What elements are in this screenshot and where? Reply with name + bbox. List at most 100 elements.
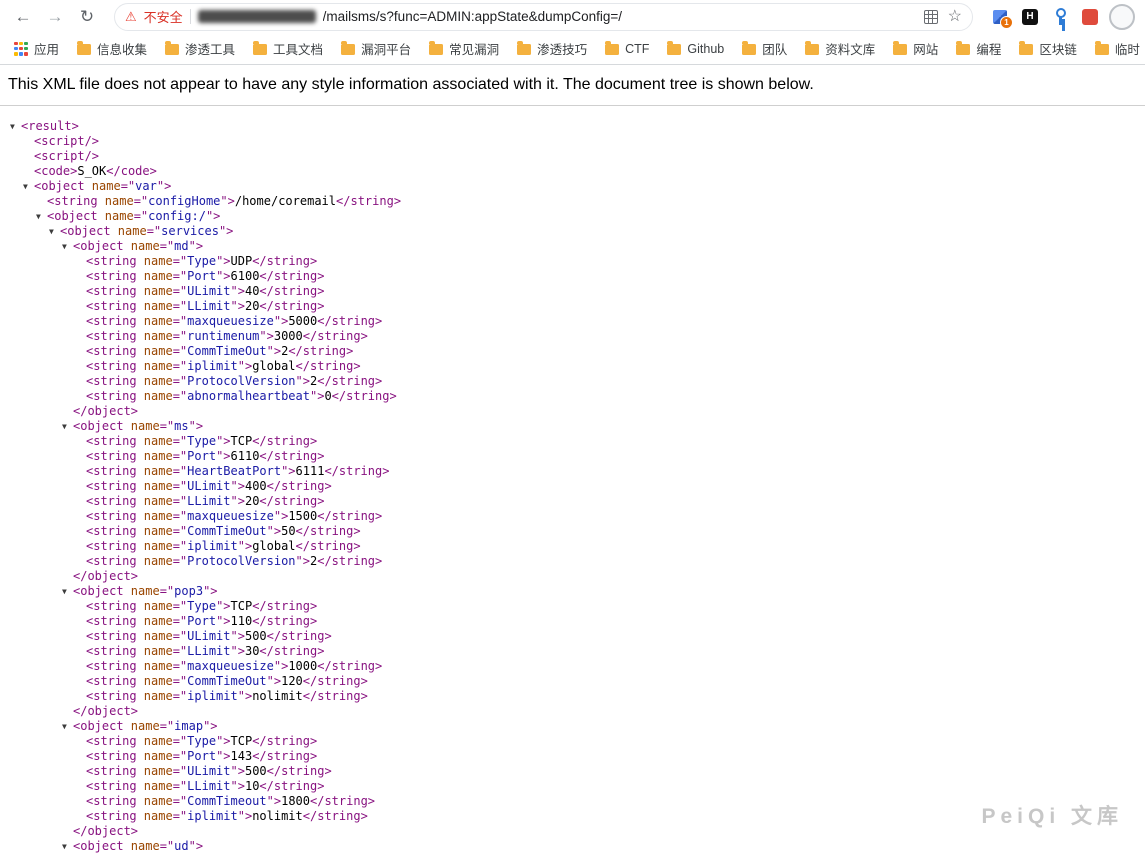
bookmark-label: 网站 — [913, 43, 939, 57]
xml-line: </object> — [73, 569, 139, 583]
collapse-arrow-icon[interactable]: ▼ — [62, 584, 73, 599]
back-button[interactable]: ← — [10, 4, 36, 30]
xml-line: ▼ <object name="md"> — [62, 239, 204, 254]
red-extension-icon — [1082, 8, 1098, 25]
xml-line: ▼ <result> — [10, 119, 79, 134]
folder-icon — [341, 41, 356, 55]
collapse-arrow-icon[interactable]: ▼ — [62, 239, 73, 254]
xml-line: <string name="CommTimeOut">120</string> — [86, 674, 368, 688]
bookmark-star-icon[interactable]: ☆ — [948, 8, 962, 25]
xml-line: <string name="maxqueuesize">5000</string… — [86, 314, 383, 328]
collapse-arrow-icon[interactable]: ▼ — [36, 209, 47, 224]
xml-line: <string name="CommTimeout">1800</string> — [86, 794, 376, 808]
xml-line: <string name="CommTimeOut">50</string> — [86, 524, 361, 538]
folder-icon — [1094, 41, 1109, 55]
folder-icon — [805, 41, 820, 55]
xml-line: <string name="Type">TCP</string> — [86, 434, 318, 448]
collapse-arrow-icon[interactable]: ▼ — [10, 119, 21, 134]
reload-button[interactable]: ↻ — [74, 4, 100, 30]
folder-icon — [253, 41, 268, 55]
bookmark-item[interactable]: 信息收集 — [69, 35, 155, 62]
xml-line: <string name="iplimit">global</string> — [86, 359, 361, 373]
bookmark-item[interactable]: 编程 — [948, 35, 1009, 62]
xml-line: <string name="Type">TCP</string> — [86, 599, 318, 613]
bookmark-label: CTF — [625, 41, 650, 56]
bookmark-label: 应用 — [34, 43, 60, 57]
xml-line: </object> — [73, 704, 139, 718]
address-bar[interactable]: ⚠ 不安全 /mailsms/s?func=ADMIN:appState&dum… — [114, 2, 973, 31]
collapse-arrow-icon[interactable]: ▼ — [62, 839, 73, 854]
xml-line: <string name="ProtocolVersion">2</string… — [86, 554, 383, 568]
xml-line: ▼ <object name="config:/"> — [36, 209, 221, 224]
bookmark-label: 区块链 — [1039, 43, 1077, 57]
xml-line: <string name="maxqueuesize">1500</string… — [86, 509, 383, 523]
xml-line: <string name="LLimit">10</string> — [86, 779, 325, 793]
bookmark-item[interactable]: 资料文库 — [797, 35, 883, 62]
extension-cube-button[interactable]: 1 — [991, 8, 1013, 29]
xml-line: <string name="CommTimeOut">2</string> — [86, 344, 354, 358]
bookmark-item[interactable]: Github — [659, 38, 732, 60]
xml-line: <string name="ULimit">500</string> — [86, 629, 332, 643]
xml-line: <string name="Port">143</string> — [86, 749, 318, 763]
bookmark-item[interactable]: 漏洞平台 — [333, 35, 419, 62]
bookmark-item[interactable]: 区块链 — [1011, 35, 1085, 62]
side-panel-grid-icon[interactable] — [923, 9, 938, 24]
security-label[interactable]: 不安全 — [144, 7, 183, 26]
bookmark-item[interactable]: 团队 — [734, 35, 795, 62]
extension-key-button[interactable] — [1051, 8, 1069, 26]
bookmark-label: 团队 — [762, 43, 788, 57]
xml-line: <string name="ULimit">40</string> — [86, 284, 325, 298]
bookmark-item[interactable]: 常见漏洞 — [421, 35, 507, 62]
not-secure-warning-icon: ⚠ — [125, 9, 137, 24]
bookmark-label: 工具文档 — [273, 43, 324, 57]
xml-line: ▼ <object name="imap"> — [62, 719, 218, 734]
extension-badge: 1 — [1000, 15, 1013, 29]
xml-line: ▼ <object name="var"> — [23, 179, 172, 194]
bookmark-item[interactable]: 渗透技巧 — [509, 35, 595, 62]
browser-toolbar: ← → ↻ ⚠ 不安全 /mailsms/s?func=ADMIN:appSta… — [0, 0, 1145, 33]
bookmark-label: 常见漏洞 — [449, 43, 500, 57]
bookmark-item[interactable]: 工具文档 — [245, 35, 331, 62]
bookmark-item[interactable]: 网站 — [885, 35, 946, 62]
bookmark-label: 渗透工具 — [185, 43, 236, 57]
folder-icon — [1019, 41, 1034, 55]
xml-line: <string name="Port">110</string> — [86, 614, 318, 628]
bookmarks-bar: 应用 信息收集 渗透工具 工具文档 漏洞平台 常见漏洞 渗透技巧 CTF Github 团队 资料文… — [0, 33, 1145, 65]
xml-line: <script/> — [34, 134, 100, 148]
xml-line: <string name="LLimit">30</string> — [86, 644, 325, 658]
xml-line: ▼ <object name="services"> — [49, 224, 234, 239]
bookmark-item[interactable]: CTF — [597, 38, 657, 60]
collapse-arrow-icon[interactable]: ▼ — [23, 179, 34, 194]
profile-avatar[interactable] — [1109, 3, 1135, 30]
redacted-host — [197, 10, 316, 23]
xml-line: ▼ <object name="pop3"> — [62, 584, 218, 599]
collapse-arrow-icon[interactable]: ▼ — [49, 224, 60, 239]
collapse-arrow-icon[interactable]: ▼ — [62, 419, 73, 434]
bookmark-item[interactable]: 应用 — [6, 35, 67, 62]
folder-icon — [517, 41, 532, 55]
extensions-area: 1 H — [987, 8, 1103, 29]
bookmark-item[interactable]: 渗透工具 — [157, 35, 243, 62]
collapse-arrow-icon[interactable]: ▼ — [62, 719, 73, 734]
xml-line: <string name="abnormalheartbeat">0</stri… — [86, 389, 397, 403]
xml-line: <string name="ProtocolVersion">2</string… — [86, 374, 383, 388]
xml-line: <string name="HeartBeatPort">6111</strin… — [86, 464, 390, 478]
bookmark-item[interactable]: 临时 — [1087, 35, 1145, 62]
forward-button[interactable]: → — [42, 4, 68, 30]
xml-line: <string name="configHome">/home/coremail… — [47, 194, 402, 208]
extension-hackbar-button[interactable]: H — [1021, 8, 1039, 26]
hackbar-extension-icon: H — [1022, 8, 1038, 25]
xml-line: <string name="maxqueuesize">1000</string… — [86, 659, 383, 673]
xml-line: <code>S_OK</code> — [34, 164, 157, 178]
xml-line: <string name="Port">6100</string> — [86, 269, 325, 283]
extension-red-button[interactable] — [1081, 8, 1099, 26]
xml-line: <script/> — [34, 149, 100, 163]
xml-line: <string name="LLimit">20</string> — [86, 299, 325, 313]
xml-line: <string name="ULimit">400</string> — [86, 479, 332, 493]
folder-icon — [429, 41, 444, 55]
bookmark-label: 临时 — [1114, 43, 1140, 57]
xml-line: <string name="runtimenum">3000</string> — [86, 329, 368, 343]
xml-line: ▼ <object name="ud"> — [62, 839, 204, 854]
folder-icon — [165, 41, 180, 55]
xml-line: <string name="Type">TCP</string> — [86, 734, 318, 748]
